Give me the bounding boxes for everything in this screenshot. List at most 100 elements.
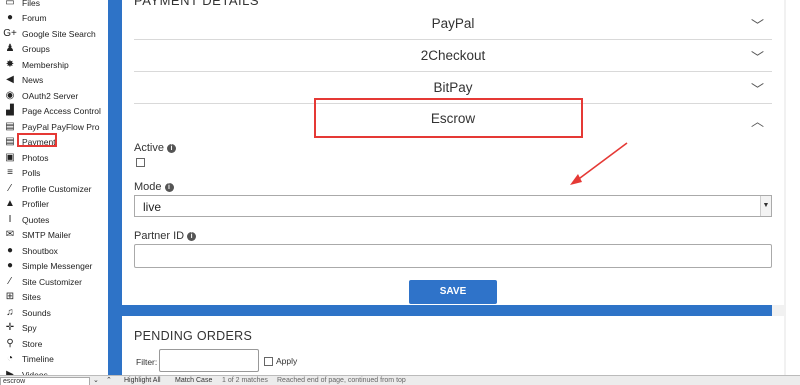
sidebar-item-membership[interactable]: ✸ Membership xyxy=(4,57,69,72)
sidebar-item-timeline[interactable]: ◔ Timeline xyxy=(4,352,54,367)
filter-input[interactable] xyxy=(159,349,259,372)
envelope-icon: ✉ xyxy=(5,229,15,240)
sidebar-item-shoutbox[interactable]: ● Shoutbox xyxy=(4,243,58,258)
find-status: Reached end of page, continued from top xyxy=(277,377,406,384)
cog-icon: ✸ xyxy=(5,58,15,70)
chat-bubbles-icon: ● xyxy=(6,12,14,23)
mode-select[interactable]: live ▼ xyxy=(134,195,772,217)
active-label-text: Active xyxy=(134,142,164,154)
payment-details-panel: PAYMENT DETAILS PayPal ﹀ 2Checkout ﹀ Bit… xyxy=(122,0,784,305)
chevron-up-icon: ︿ xyxy=(750,114,764,129)
sidebar-item-label: Membership xyxy=(22,59,69,70)
plugin-sidebar: ▭ Files ● Forum G+ Google Site Search ♟ Groups ✸… xyxy=(0,0,108,375)
sidebar-item-label: Site Customizer xyxy=(22,276,82,287)
sidebar-item-sites[interactable]: ⊞ Sites xyxy=(4,290,41,305)
magic-wand-icon: ⁄ xyxy=(9,182,11,194)
accordion-label: BitPay xyxy=(433,80,473,95)
sidebar-item-simple-messenger[interactable]: ● Simple Messenger xyxy=(4,259,92,274)
save-button[interactable]: SAVE xyxy=(409,280,497,304)
unlock-icon: ▟ xyxy=(6,105,14,116)
partner-id-label: Partner ID i xyxy=(134,230,197,242)
sidebar-item-page-access-control[interactable]: ▟ Page Access Control xyxy=(4,104,101,119)
partner-id-input[interactable] xyxy=(134,244,772,268)
find-input[interactable]: escrow xyxy=(0,377,90,385)
info-icon: i xyxy=(166,143,176,153)
sidebar-item-polls[interactable]: ≡ Polls xyxy=(4,166,40,181)
sidebar-item-label: Google Site Search xyxy=(22,28,96,39)
sidebar-item-label: Forum xyxy=(22,13,47,23)
google-plus-icon: G+ xyxy=(3,27,17,39)
sidebar-item-sounds[interactable]: ♫ Sounds xyxy=(4,305,51,320)
sidebar-item-label: Timeline xyxy=(22,354,54,364)
sidebar-item-label: Polls xyxy=(22,168,41,178)
sidebar-item-oauth2-server[interactable]: ◉ OAuth2 Server xyxy=(4,88,79,103)
apply-checkbox[interactable] xyxy=(264,357,273,366)
accordion-paypal[interactable]: PayPal ﹀ xyxy=(134,8,772,40)
sidebar-item-groups[interactable]: ♟ Groups xyxy=(4,42,50,57)
chevron-down-icon[interactable]: ⌄ xyxy=(93,376,99,385)
sitemap-icon: ⊞ xyxy=(5,291,15,302)
apply-label: Apply xyxy=(276,356,298,366)
sidebar-item-photos[interactable]: ▣ Photos xyxy=(4,150,48,165)
sidebar-item-store[interactable]: ⚲ Store xyxy=(4,336,42,351)
credit-card-icon: ▤ xyxy=(5,136,15,147)
crosshairs-icon: ✛ xyxy=(5,322,15,333)
clock-icon: ◔ xyxy=(6,353,14,364)
sidebar-item-label: Store xyxy=(22,338,43,349)
file-icon: ▭ xyxy=(5,0,15,8)
accordion-2checkout[interactable]: 2Checkout ﹀ xyxy=(134,40,772,72)
sidebar-item-videos[interactable]: ▶ Videos xyxy=(4,367,48,375)
sidebar-item-label: Sites xyxy=(22,292,41,302)
sidebar-item-label: Simple Messenger xyxy=(22,261,93,271)
find-bar: escrow ⌄ ⌃ Highlight All Match Case 1 of… xyxy=(0,375,800,385)
mode-label: Mode i xyxy=(134,181,174,193)
active-checkbox[interactable] xyxy=(136,158,145,167)
sidebar-item-label: SMTP Mailer xyxy=(22,230,71,240)
highlight-all-toggle[interactable]: Highlight All xyxy=(124,376,161,385)
chevron-down-icon: ﹀ xyxy=(750,82,764,97)
info-icon: i xyxy=(187,231,197,241)
magic-wand-icon: ⁄ xyxy=(9,275,11,287)
info-icon: i xyxy=(164,182,174,192)
sidebar-item-label: Page Access Control xyxy=(22,106,101,116)
comment-icon: ● xyxy=(6,244,14,256)
globe-icon: ◉ xyxy=(5,89,15,101)
match-count: 1 of 2 matches xyxy=(222,377,268,384)
comments-icon: ● xyxy=(6,260,14,271)
sidebar-item-profile-customizer[interactable]: ⁄ Profile Customizer xyxy=(4,181,91,196)
sidebar-item-forum[interactable]: ● Forum xyxy=(4,11,47,26)
mode-label-text: Mode xyxy=(134,181,162,193)
sidebar-item-smtp-mailer[interactable]: ✉ SMTP Mailer xyxy=(4,228,71,243)
chevron-down-icon: ﹀ xyxy=(750,50,764,65)
sidebar-item-paypal-payflow-pro[interactable]: ▤ PayPal PayFlow Pro xyxy=(4,119,99,134)
sidebar-item-files[interactable]: ▭ Files xyxy=(4,0,40,10)
sidebar-item-label: Photos xyxy=(22,152,49,163)
accordion-label: PayPal xyxy=(431,16,475,31)
sidebar-item-label: Shoutbox xyxy=(22,245,58,256)
sidebar-item-site-customizer[interactable]: ⁄ Site Customizer xyxy=(4,274,82,289)
section-title: PAYMENT DETAILS xyxy=(134,0,260,8)
partner-id-label-text: Partner ID xyxy=(134,230,185,242)
pending-orders-title: PENDING ORDERS xyxy=(134,329,253,343)
sidebar-item-quotes[interactable]: I Quotes xyxy=(4,212,50,227)
mode-select-value: live xyxy=(143,200,162,214)
sidebar-item-profiler[interactable]: ▲ Profiler xyxy=(4,197,49,212)
active-label: Active i xyxy=(134,142,176,154)
shopping-cart-icon: ⚲ xyxy=(6,337,14,349)
sidebar-item-spy[interactable]: ✛ Spy xyxy=(4,321,37,336)
sidebar-item-label: News xyxy=(22,75,44,85)
sidebar-item-google-site-search[interactable]: G+ Google Site Search xyxy=(3,26,96,41)
match-case-toggle[interactable]: Match Case xyxy=(175,376,212,385)
sidebar-item-label: PayPal PayFlow Pro xyxy=(22,121,100,132)
accordion-label: 2Checkout xyxy=(420,48,486,63)
sidebar-item-label: Spy xyxy=(22,323,37,333)
sidebar-item-news[interactable]: ◀ News xyxy=(4,73,43,88)
sidebar-item-label: Files xyxy=(22,0,40,8)
chevron-up-icon[interactable]: ⌃ xyxy=(106,376,112,385)
sidebar-item-label: Profile Customizer xyxy=(22,183,92,194)
sidebar-item-label: Sounds xyxy=(22,307,51,318)
chevron-down-icon[interactable]: ▼ xyxy=(760,196,771,216)
italic-icon: I xyxy=(8,213,12,225)
sidebar-item-label: Groups xyxy=(22,44,50,54)
chevron-down-icon: ﹀ xyxy=(750,18,764,33)
